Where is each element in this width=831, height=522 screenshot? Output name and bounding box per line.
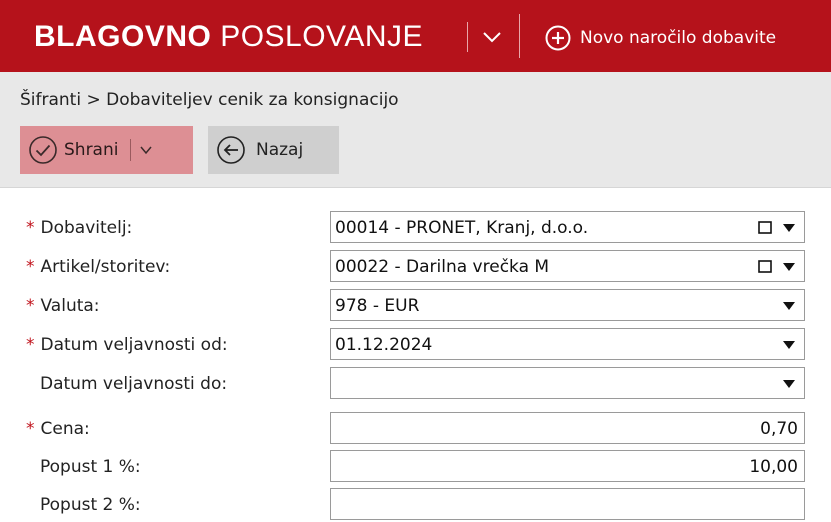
arrow-left-circle-icon: [217, 136, 245, 164]
form-row-cena: * Cena: 0,70: [0, 412, 831, 446]
dropdown-arrow-icon[interactable]: [782, 223, 796, 233]
valid-from-value: 01.12.2024: [335, 335, 433, 355]
valid-to-date-picker[interactable]: [330, 367, 805, 399]
chevron-down-icon[interactable]: [138, 142, 154, 158]
form-row-valuta: * Valuta: 978 - EUR: [0, 289, 831, 323]
item-value: 00022 - Darilna vrečka M: [335, 257, 550, 277]
discount1-value: 10,00: [749, 457, 798, 477]
back-label: Nazaj: [256, 140, 304, 160]
valid-from-label: Datum veljavnosti od:: [40, 335, 228, 355]
discount1-label: Popust 1 %:: [40, 457, 141, 477]
discount2-input[interactable]: [330, 488, 805, 520]
supplier-select[interactable]: 00014 - PRONET, Kranj, d.o.o.: [330, 211, 805, 243]
new-order-button[interactable]: Novo naročilo dobavite: [545, 25, 776, 51]
currency-label: Valuta:: [40, 296, 100, 316]
currency-select[interactable]: 978 - EUR: [330, 289, 805, 321]
form-row-datum-od: * Datum veljavnosti od: 01.12.2024: [0, 328, 831, 362]
discount2-label: Popust 2 %:: [40, 495, 141, 515]
lookup-square-icon[interactable]: [758, 260, 772, 273]
form-row-dobavitelj: * Dobavitelj: 00014 - PRONET, Kranj, d.o.…: [0, 211, 831, 245]
item-label: Artikel/storitev:: [40, 257, 171, 277]
dropdown-arrow-icon[interactable]: [782, 301, 796, 311]
form-row-popust2: Popust 2 %:: [0, 488, 831, 522]
dropdown-arrow-icon[interactable]: [782, 340, 796, 350]
required-marker: *: [26, 296, 35, 316]
app-title-light: POSLOVANJE: [220, 20, 424, 53]
supplier-value: 00014 - PRONET, Kranj, d.o.o.: [335, 218, 589, 238]
valid-from-date-picker[interactable]: 01.12.2024: [330, 328, 805, 360]
required-marker: *: [26, 335, 35, 355]
app-header: BLAGOVNO POSLOVANJE Novo naročilo dobavi…: [0, 0, 831, 72]
field-label: * Datum veljavnosti od:: [26, 335, 228, 355]
field-label: * Valuta:: [26, 296, 100, 316]
field-label: * Artikel/storitev:: [26, 257, 170, 277]
dropdown-arrow-icon[interactable]: [782, 379, 796, 389]
price-input[interactable]: 0,70: [330, 412, 805, 444]
header-divider: [467, 22, 468, 52]
toolbar: Šifranti > Dobaviteljev cenik za konsign…: [0, 72, 831, 188]
plus-circle-icon: [545, 25, 571, 51]
check-circle-icon: [29, 136, 57, 164]
back-button[interactable]: Nazaj: [208, 126, 339, 174]
form-row-datum-do: Datum veljavnosti do:: [0, 367, 831, 401]
dropdown-arrow-icon[interactable]: [782, 262, 796, 272]
new-order-label: Novo naročilo dobavite: [580, 28, 777, 48]
form-row-popust1: Popust 1 %: 10,00: [0, 450, 831, 484]
field-label: * Cena:: [26, 419, 90, 439]
lookup-square-icon[interactable]: [758, 221, 772, 234]
header-divider: [519, 14, 520, 58]
required-marker: *: [26, 257, 35, 277]
save-button[interactable]: Shrani: [20, 126, 193, 174]
required-marker: *: [26, 218, 35, 238]
discount1-input[interactable]: 10,00: [330, 450, 805, 482]
required-marker: *: [26, 419, 35, 439]
price-label: Cena:: [40, 419, 90, 439]
save-split-divider: [130, 139, 132, 161]
field-label: * Dobavitelj:: [26, 218, 132, 238]
form-row-artikel: * Artikel/storitev: 00022 - Darilna vrečk…: [0, 250, 831, 284]
price-value: 0,70: [760, 419, 798, 439]
currency-value: 978 - EUR: [335, 296, 420, 316]
valid-to-label: Datum veljavnosti do:: [40, 374, 228, 394]
breadcrumb: Šifranti > Dobaviteljev cenik za konsign…: [20, 90, 399, 110]
item-select[interactable]: 00022 - Darilna vrečka M: [330, 250, 805, 282]
app-title-bold: BLAGOVNO: [34, 20, 212, 53]
chevron-down-icon[interactable]: [480, 27, 504, 47]
app-title[interactable]: BLAGOVNO POSLOVANJE: [34, 22, 423, 52]
supplier-label: Dobavitelj:: [40, 218, 133, 238]
save-label: Shrani: [64, 140, 119, 160]
